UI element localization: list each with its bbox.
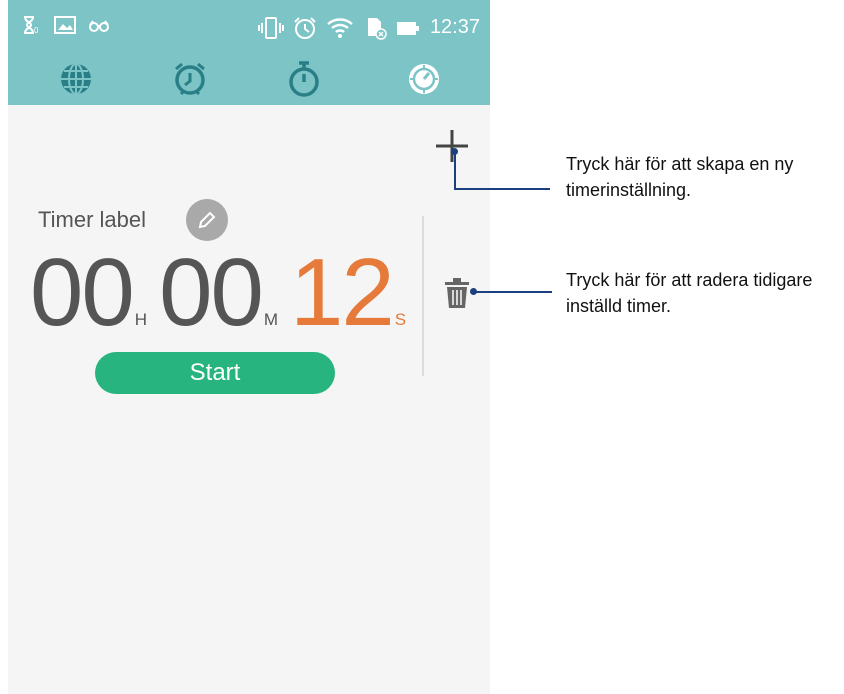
delete-callout-dot: [470, 288, 477, 295]
hourglass-icon: 0: [22, 16, 39, 38]
tab-alarm[interactable]: [160, 53, 220, 105]
add-annotation-line2: timerinställning.: [566, 180, 692, 200]
add-callout-dot: [451, 148, 458, 155]
image-icon: [54, 16, 76, 38]
hours-value: 00: [30, 239, 135, 346]
tab-stopwatch[interactable]: [274, 53, 334, 105]
add-callout-line-vertical: [454, 150, 456, 190]
phone-screen: 0 12:37 Timer label 00 H 00 M 12 S Start: [8, 0, 490, 694]
timer-display[interactable]: 00 H 00 M 12 S: [30, 238, 418, 348]
alarm-icon: [292, 16, 318, 39]
timer-label: Timer label: [38, 207, 146, 232]
glasses-icon: [88, 16, 110, 38]
delete-timer-button[interactable]: [444, 276, 470, 310]
alarm-clock-icon: [175, 62, 205, 96]
status-bar: 0 12:37: [8, 0, 490, 53]
add-annotation-line1: Tryck här för att skapa en ny: [566, 154, 794, 174]
seconds-unit: S: [394, 310, 407, 329]
edit-label-button[interactable]: [186, 199, 228, 241]
delete-annotation-line2: inställd timer.: [566, 296, 672, 316]
minutes-unit: M: [263, 310, 279, 329]
plus-icon: [436, 130, 468, 162]
stopwatch-icon: [289, 61, 319, 97]
add-callout-line-horizontal: [454, 188, 550, 190]
svg-text:0: 0: [34, 26, 38, 34]
pencil-icon: [198, 211, 216, 229]
status-time: 12:37: [429, 16, 480, 38]
sd-card-icon: [364, 16, 388, 40]
delete-callout-line: [474, 291, 552, 293]
start-button[interactable]: Start: [95, 352, 335, 394]
add-timer-button[interactable]: [434, 128, 470, 164]
tab-bar: [8, 53, 490, 105]
delete-annotation-line1: Tryck här för att radera tidigare: [566, 270, 813, 290]
tab-world-clock[interactable]: [46, 53, 106, 105]
timer-icon: [409, 64, 439, 94]
minutes-value: 00: [159, 239, 264, 346]
seconds-value: 12: [290, 239, 395, 346]
trash-icon: [445, 278, 469, 308]
wifi-icon: [326, 16, 354, 38]
vibrate-icon: [258, 16, 284, 39]
tab-timer[interactable]: [394, 53, 454, 105]
hours-unit: H: [134, 310, 148, 329]
globe-icon: [61, 63, 91, 95]
vertical-divider: [422, 216, 424, 376]
battery-icon: [396, 16, 420, 38]
